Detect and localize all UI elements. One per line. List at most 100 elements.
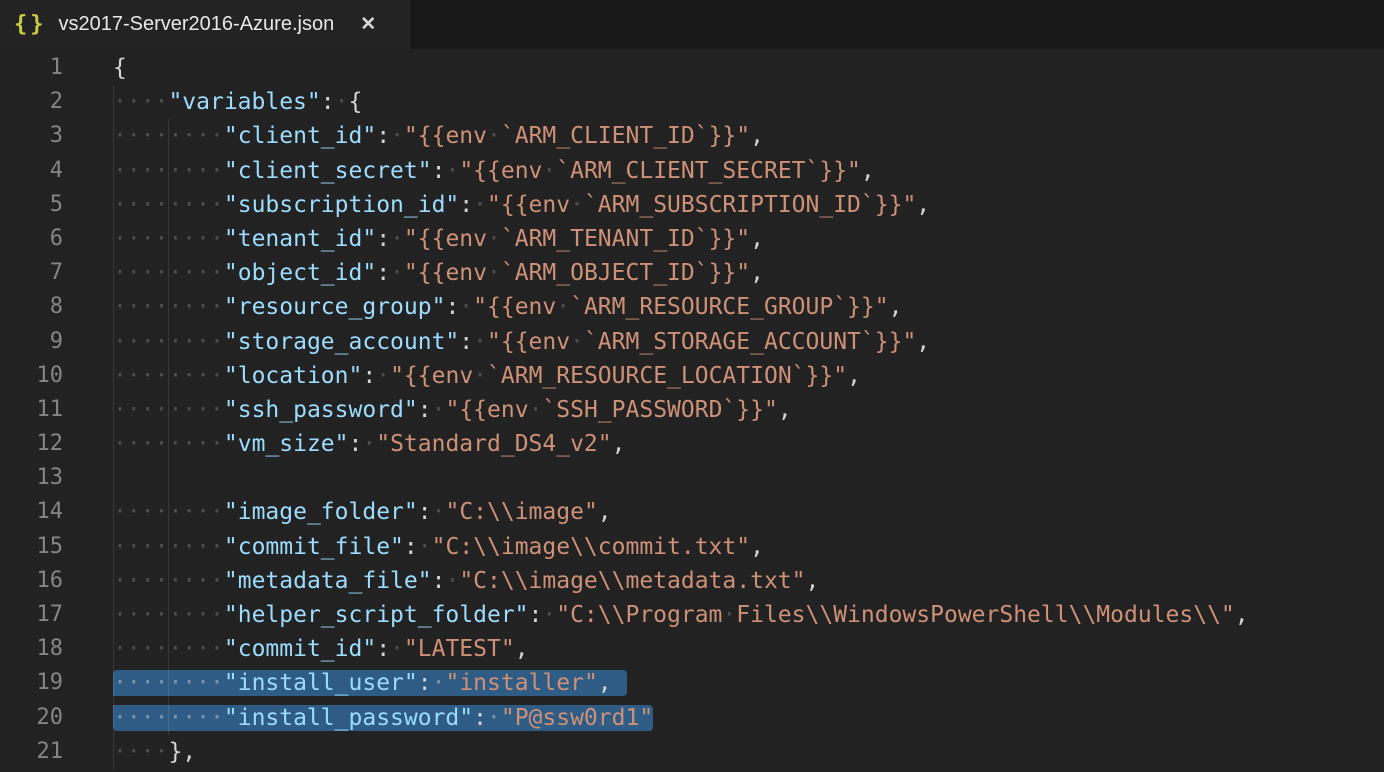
tab-close-icon[interactable]: ✕: [360, 13, 376, 36]
json-key: "client_secret": [224, 158, 432, 184]
whitespace: ·: [376, 363, 390, 389]
json-punctuation: ,: [750, 260, 764, 286]
whitespace-dot: ·: [155, 431, 169, 457]
whitespace-dot: ·: [127, 89, 141, 115]
line-number: 11: [0, 393, 63, 427]
whitespace-dot: ·: [168, 602, 182, 628]
whitespace: ·: [473, 329, 487, 355]
indent-guide: [113, 119, 114, 153]
line-number: 7: [0, 256, 63, 290]
json-punctuation: ,: [750, 123, 764, 149]
code-line[interactable]: 15········"commit_file":·"C:\\image\\com…: [0, 530, 1384, 564]
indent-guide: [113, 222, 114, 256]
indent-guide: [168, 393, 169, 427]
indent-guide: [168, 325, 169, 359]
line-number: 21: [0, 735, 63, 769]
code-line[interactable]: 2····"variables":·{: [0, 85, 1384, 119]
whitespace-dot: ·: [113, 499, 127, 525]
code-line[interactable]: 18········"commit_id":·"LATEST",: [0, 632, 1384, 666]
line-number: 13: [0, 461, 63, 495]
whitespace-dot: ·: [182, 499, 196, 525]
whitespace-dot: ·: [556, 294, 570, 320]
json-string-value: "{{env·`ARM_RESOURCE_GROUP`}}": [473, 294, 888, 320]
code-line[interactable]: 17········"helper_script_folder":·"C:\\P…: [0, 598, 1384, 632]
code-editor[interactable]: 1{2····"variables":·{3········"client_id…: [0, 49, 1384, 772]
json-string-value: "C:\\image\\metadata.txt": [459, 568, 805, 594]
whitespace-dot: ·: [141, 397, 155, 423]
whitespace-dot: ·: [127, 431, 141, 457]
whitespace-dot: ·: [127, 123, 141, 149]
code-line[interactable]: 19········"install_user":·"installer",: [0, 666, 1384, 700]
code-line[interactable]: 11········"ssh_password":·"{{env·`SSH_PA…: [0, 393, 1384, 427]
code-line[interactable]: 5········"subscription_id":·"{{env·`ARM_…: [0, 188, 1384, 222]
whitespace-dot: ·: [113, 705, 127, 731]
line-number: 2: [0, 85, 63, 119]
json-string-value: "{{env·`ARM_TENANT_ID`}}": [404, 226, 750, 252]
whitespace-dot: ·: [182, 568, 196, 594]
code-line[interactable]: 6········"tenant_id":·"{{env·`ARM_TENANT…: [0, 222, 1384, 256]
code-line[interactable]: 3········"client_id":·"{{env·`ARM_CLIENT…: [0, 119, 1384, 153]
code-line[interactable]: 20········"install_password":·"P@ssw0rd1…: [0, 701, 1384, 735]
indent-guide: [113, 256, 114, 290]
code-line[interactable]: 7········"object_id":·"{{env·`ARM_OBJECT…: [0, 256, 1384, 290]
json-punctuation: :: [459, 192, 473, 218]
whitespace-dot: ·: [168, 123, 182, 149]
json-key: "tenant_id": [224, 226, 376, 252]
whitespace-dot: ·: [155, 499, 169, 525]
whitespace-dot: ·: [182, 636, 196, 662]
json-key: "vm_size": [224, 431, 349, 457]
code-line[interactable]: 1{: [0, 51, 1384, 85]
whitespace-dot: ·: [445, 158, 459, 184]
selection-highlight: ········"install_password":·"P@ssw0rd1": [113, 705, 653, 731]
indent-guide: [113, 632, 114, 666]
whitespace-dot: ·: [155, 670, 169, 696]
json-punctuation: ,: [515, 636, 529, 662]
whitespace-dot: ·: [722, 602, 736, 628]
whitespace-dot: ·: [432, 499, 446, 525]
whitespace-dot: ·: [570, 192, 584, 218]
code-line[interactable]: 16········"metadata_file":·"C:\\image\\m…: [0, 564, 1384, 598]
json-string-value: "{{env·`ARM_CLIENT_SECRET`}}": [459, 158, 861, 184]
json-string-value: "{{env·`ARM_OBJECT_ID`}}": [404, 260, 750, 286]
indent-guide: [168, 222, 169, 256]
code-line[interactable]: 9········"storage_account":·"{{env·`ARM_…: [0, 325, 1384, 359]
code-line[interactable]: 21····},: [0, 735, 1384, 769]
code-line[interactable]: 10········"location":·"{{env·`ARM_RESOUR…: [0, 359, 1384, 393]
whitespace-dot: ·: [570, 329, 584, 355]
json-punctuation: ,: [889, 294, 903, 320]
whitespace-dot: ·: [182, 534, 196, 560]
whitespace-dot: ·: [113, 397, 127, 423]
whitespace-dot: ·: [210, 192, 224, 218]
tab-vs2017-server2016-azure[interactable]: {} vs2017-Server2016-Azure.json ✕: [0, 0, 410, 49]
whitespace-dot: ·: [141, 636, 155, 662]
whitespace-dot: ·: [113, 636, 127, 662]
whitespace-dot: ·: [196, 499, 210, 525]
json-punctuation: :: [376, 260, 390, 286]
whitespace-dot: ·: [390, 226, 404, 252]
whitespace-dot: ·: [155, 192, 169, 218]
whitespace-dot: ·: [113, 670, 127, 696]
indent-guide: [168, 359, 169, 393]
code-line[interactable]: 8········"resource_group":·"{{env·`ARM_R…: [0, 290, 1384, 324]
code-line[interactable]: 12········"vm_size":·"Standard_DS4_v2",: [0, 427, 1384, 461]
json-punctuation: :: [376, 636, 390, 662]
whitespace: ·: [335, 89, 349, 115]
indent-guide: [168, 564, 169, 598]
json-string-value: "installer": [445, 670, 597, 696]
code-line[interactable]: 13: [0, 461, 1384, 495]
whitespace-dot: ·: [196, 363, 210, 389]
whitespace-dot: ·: [168, 670, 182, 696]
whitespace-dot: ·: [127, 739, 141, 765]
whitespace-dot: ·: [127, 294, 141, 320]
whitespace-dot: ·: [445, 568, 459, 594]
code-line[interactable]: 4········"client_secret":·"{{env·`ARM_CL…: [0, 154, 1384, 188]
json-punctuation: ,: [750, 226, 764, 252]
whitespace-dot: ·: [141, 226, 155, 252]
line-number: 12: [0, 427, 63, 461]
whitespace-dot: ·: [210, 568, 224, 594]
line-number: 18: [0, 632, 63, 666]
whitespace-dot: ·: [335, 89, 349, 115]
code-line[interactable]: 14········"image_folder":·"C:\\image",: [0, 495, 1384, 529]
json-punctuation: ,: [750, 534, 764, 560]
indent-guide: [168, 154, 169, 188]
